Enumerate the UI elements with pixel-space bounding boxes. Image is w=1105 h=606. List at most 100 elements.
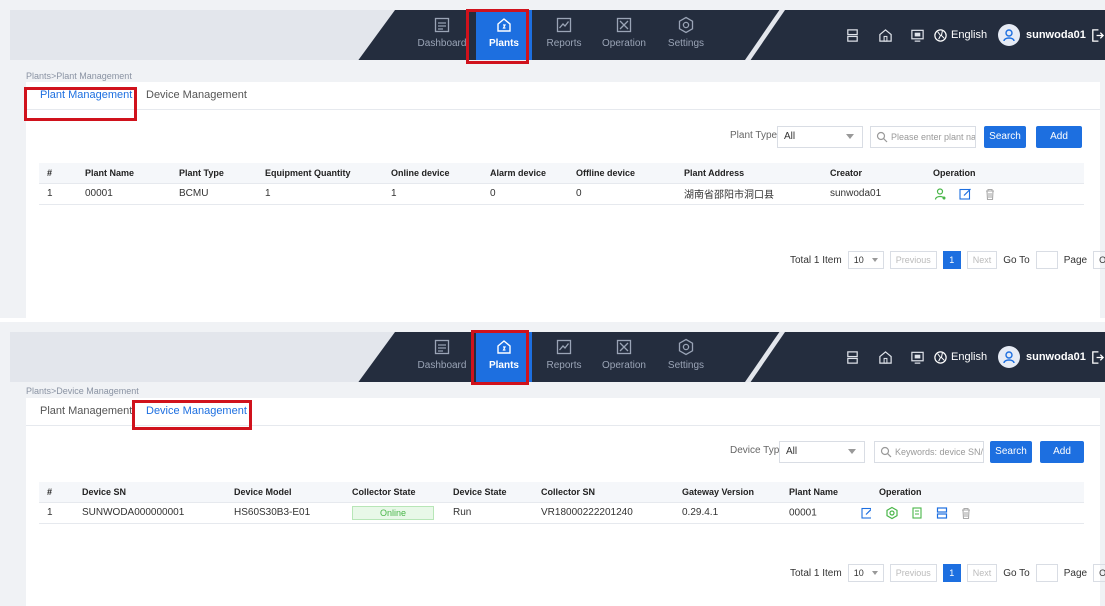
goto-ok-button[interactable]: OK <box>1093 251 1105 269</box>
user-menu[interactable]: sunwoda01 <box>998 10 1086 60</box>
device-management-card: Plant Management Device Management Devic… <box>26 398 1105 606</box>
dashboard-icon <box>434 339 450 355</box>
home-button[interactable] <box>878 10 893 60</box>
plant-management-screen: Dashboard Plants Reports Operation Setti… <box>0 0 1105 318</box>
nav-plants[interactable]: Plants <box>476 10 532 60</box>
nav-reports[interactable]: Reports <box>536 336 592 378</box>
search-button[interactable]: Search <box>984 126 1026 148</box>
edit-icon[interactable] <box>958 187 972 201</box>
column-header: Plant Name <box>77 163 171 184</box>
monitor-icon <box>911 29 924 42</box>
plant-search-input[interactable]: Please enter plant name <box>870 126 976 148</box>
language-selector[interactable]: English <box>933 10 987 60</box>
logout-button[interactable] <box>1090 10 1105 60</box>
monitor-icon <box>911 351 924 364</box>
plant-type-value: All <box>784 131 796 142</box>
screen-button[interactable] <box>910 10 925 60</box>
table-row: 1 00001 BCMU 1 1 0 0 湖南省邵阳市洞口县 sunwoda01 <box>39 183 1084 205</box>
previous-button[interactable]: Previous <box>889 251 937 269</box>
user-share-icon[interactable] <box>933 187 947 201</box>
column-header: Offline device <box>568 163 676 184</box>
breadcrumb: Plants>Plant Management <box>26 71 132 81</box>
breadcrumb: Plants>Device Management <box>26 386 139 396</box>
device-type-select[interactable]: All <box>779 441 865 463</box>
column-header: Creator <box>822 163 925 184</box>
nav-dashboard[interactable]: Dashboard <box>414 336 470 378</box>
online-device-cell: 1 <box>383 183 482 205</box>
avatar <box>998 24 1020 46</box>
column-header: Plant Address <box>676 163 822 184</box>
next-button[interactable]: Next <box>966 251 998 269</box>
search-icon <box>876 131 888 143</box>
table-header-row: # Plant Name Plant Type Equipment Quanti… <box>39 163 1084 184</box>
add-plant-button[interactable]: Add <box>1036 126 1082 148</box>
nav-settings[interactable]: Settings <box>658 336 714 378</box>
server-icon[interactable] <box>935 506 949 520</box>
settings-icon <box>678 338 694 356</box>
globe-icon <box>934 28 947 42</box>
dashboard-icon <box>434 17 450 33</box>
page-number[interactable]: 1 <box>942 564 961 582</box>
device-search-input[interactable]: Keywords: device SN/colle <box>874 441 984 463</box>
plants-home-icon <box>497 18 511 32</box>
tab-plant-management[interactable]: Plant Management <box>40 405 132 417</box>
search-button[interactable]: Search <box>990 441 1032 463</box>
operation-cell <box>871 502 1084 524</box>
delete-icon[interactable] <box>959 506 973 520</box>
column-header: Device State <box>445 482 533 503</box>
next-button[interactable]: Next <box>966 564 998 582</box>
collector-sn-cell: VR18000222201240 <box>533 502 674 524</box>
tab-device-management[interactable]: Device Management <box>146 89 247 101</box>
tab-device-management[interactable]: Device Management <box>146 405 247 417</box>
column-header: # <box>39 482 74 503</box>
goto-page-input[interactable] <box>1035 251 1058 269</box>
device-list-button[interactable] <box>845 10 860 60</box>
device-sn-cell[interactable]: SUNWODA000000001 <box>74 502 226 524</box>
column-header: Plant Name <box>781 482 871 503</box>
chevron-down-icon <box>871 571 878 575</box>
gateway-version-cell: 0.29.4.1 <box>674 502 781 524</box>
nav-reports[interactable]: Reports <box>536 14 592 56</box>
plant-type-cell: BCMU <box>171 183 257 205</box>
nav-dashboard[interactable]: Dashboard <box>414 14 470 56</box>
language-selector[interactable]: English <box>933 332 987 382</box>
nav-operation[interactable]: Operation <box>596 14 652 56</box>
nav-plants[interactable]: Plants <box>476 332 532 382</box>
column-header: Device SN <box>74 482 226 503</box>
home-button[interactable] <box>878 332 893 382</box>
screen-button[interactable] <box>910 332 925 382</box>
plant-management-card: Plant Management Device Management Plant… <box>24 82 1105 318</box>
user-menu[interactable]: sunwoda01 <box>998 332 1086 382</box>
nav-operation[interactable]: Operation <box>596 336 652 378</box>
server-icon <box>847 350 858 364</box>
device-type-value: All <box>786 446 798 457</box>
delete-icon[interactable] <box>983 187 997 201</box>
add-device-button[interactable]: Add <box>1040 441 1084 463</box>
table-row: 1 SUNWODA000000001 HS60S30B3-E01 Online … <box>39 502 1084 524</box>
tab-plant-management[interactable]: Plant Management <box>40 89 132 101</box>
page-size-select[interactable]: 10 <box>847 564 884 582</box>
plant-type-select[interactable]: All <box>777 126 863 148</box>
goto-ok-button[interactable]: OK <box>1093 564 1105 582</box>
column-header: Collector State <box>344 482 445 503</box>
plant-name-cell[interactable]: 00001 <box>77 183 171 205</box>
logout-icon <box>1092 350 1105 364</box>
page-number[interactable]: 1 <box>942 251 961 269</box>
document-icon[interactable] <box>910 506 924 520</box>
user-icon <box>1003 29 1015 42</box>
device-state-cell: Run <box>445 502 533 524</box>
reports-icon <box>556 17 572 33</box>
page-label: Page <box>1063 567 1088 579</box>
pagination: Total 1 Item 10 Previous 1 Next Go To Pa… <box>790 251 1105 269</box>
goto-page-input[interactable] <box>1035 564 1058 582</box>
config-icon[interactable] <box>885 506 899 520</box>
previous-button[interactable]: Previous <box>889 564 937 582</box>
column-header: Alarm device <box>482 163 568 184</box>
offline-device-cell: 0 <box>568 183 676 205</box>
device-list-button[interactable] <box>845 332 860 382</box>
edit-icon[interactable] <box>860 506 871 520</box>
logout-button[interactable] <box>1090 332 1105 382</box>
page-size-select[interactable]: 10 <box>847 251 884 269</box>
nav-settings[interactable]: Settings <box>658 14 714 56</box>
column-header: # <box>39 163 77 184</box>
